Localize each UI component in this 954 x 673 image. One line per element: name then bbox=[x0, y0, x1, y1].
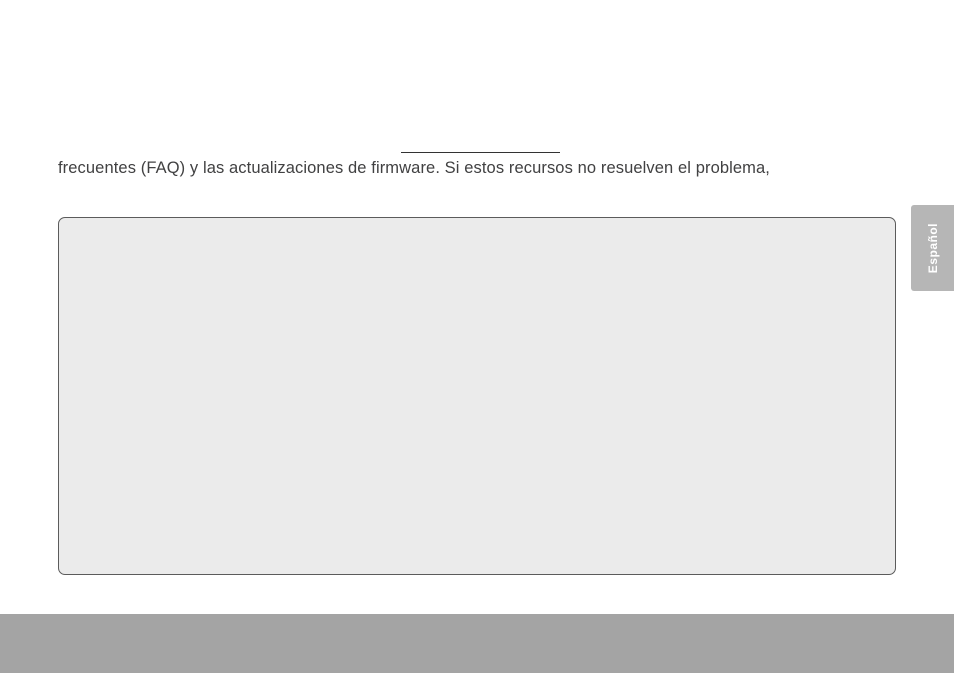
illustration-placeholder-box bbox=[58, 217, 896, 575]
language-tab[interactable]: Español bbox=[911, 205, 954, 291]
language-tab-label: Español bbox=[926, 223, 940, 273]
body-text-fragment: frecuentes (FAQ) y las actualizaciones d… bbox=[58, 159, 770, 178]
content-area: frecuentes (FAQ) y las actualizaciones d… bbox=[0, 0, 954, 614]
underline-segment bbox=[401, 152, 560, 153]
footer-bar bbox=[0, 614, 954, 673]
